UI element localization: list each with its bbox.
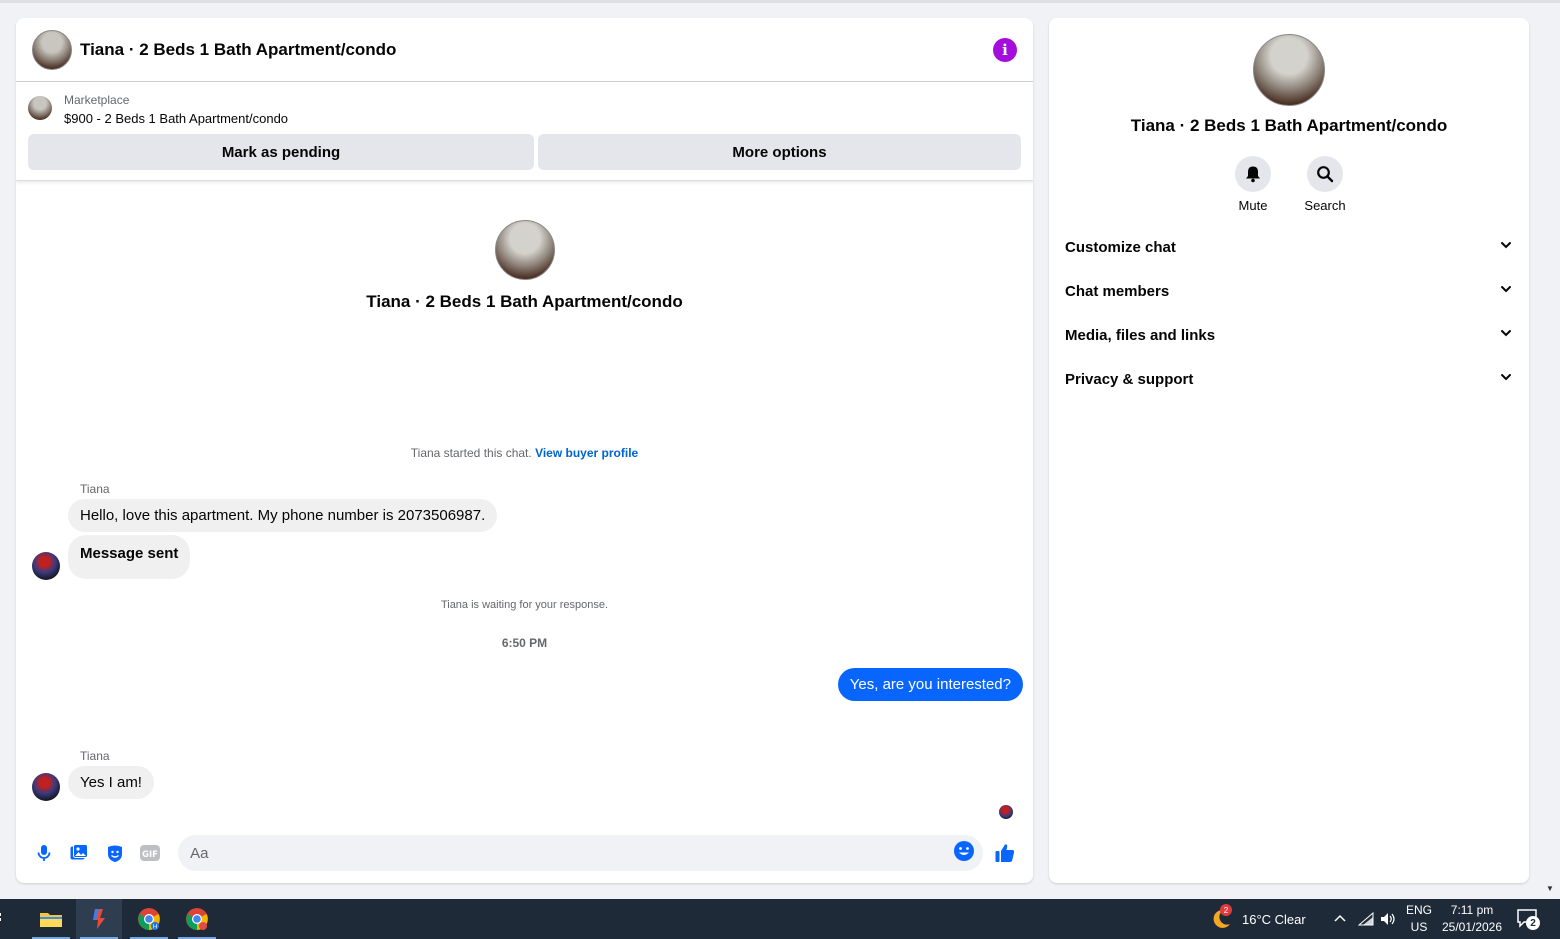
conversation-intro: Tiana · 2 Beds 1 Bath Apartment/condo bbox=[16, 220, 1033, 312]
message-input[interactable] bbox=[190, 844, 954, 862]
clock-date: 25/01/2026 bbox=[1441, 920, 1503, 934]
intro-title: Tiana · 2 Beds 1 Bath Apartment/condo bbox=[366, 292, 683, 311]
chat-started-notice: Tiana started this chat. View buyer prof… bbox=[16, 446, 1033, 460]
language-code: ENG bbox=[1405, 903, 1432, 917]
marketplace-banner: Marketplace $900 - 2 Beds 1 Bath Apartme… bbox=[16, 82, 1033, 181]
more-options-button[interactable]: More options bbox=[538, 134, 1021, 170]
weather-text: 16°C Clear bbox=[1242, 911, 1306, 927]
message-composer: GIF bbox=[16, 823, 1033, 883]
chat-header: Tiana · 2 Beds 1 Bath Apartment/condo i bbox=[16, 18, 1033, 82]
mute-button[interactable]: Mute bbox=[1233, 156, 1273, 213]
svg-text:H: H bbox=[153, 924, 158, 931]
message-timestamp: 6:50 PM bbox=[501, 636, 548, 650]
sticker-icon[interactable] bbox=[97, 835, 133, 871]
details-sections: Customize chat Chat members Media, files… bbox=[1049, 225, 1529, 401]
section-media-files-links[interactable]: Media, files and links bbox=[1057, 313, 1521, 357]
photo-icon[interactable] bbox=[62, 835, 98, 871]
listing-thumbnail[interactable] bbox=[28, 96, 52, 120]
keyboard-layout: US bbox=[1410, 920, 1428, 934]
waiting-notice: Tiana is waiting for your response. bbox=[440, 599, 609, 611]
notification-count-badge: 2 bbox=[1526, 916, 1540, 930]
mute-label: Mute bbox=[1238, 198, 1268, 213]
seen-indicator-avatar bbox=[999, 805, 1013, 819]
section-label: Customize chat bbox=[1065, 238, 1176, 256]
chrome-icon[interactable]: H bbox=[126, 899, 172, 939]
avatar[interactable] bbox=[32, 773, 60, 801]
weather-widget[interactable]: 2 16°C Clear bbox=[1208, 899, 1306, 939]
clock[interactable]: 7:11 pm 25/01/2026 bbox=[1440, 899, 1504, 939]
volume-icon[interactable] bbox=[1380, 899, 1396, 939]
sender-name: Tiana bbox=[80, 482, 110, 496]
chat-started-text: Tiana started this chat. bbox=[410, 446, 532, 460]
gif-icon-label: GIF bbox=[142, 850, 158, 860]
details-avatar[interactable] bbox=[1253, 34, 1325, 106]
section-customize-chat[interactable]: Customize chat bbox=[1057, 225, 1521, 269]
section-privacy-support[interactable]: Privacy & support bbox=[1057, 357, 1521, 401]
emoji-icon[interactable] bbox=[953, 840, 975, 867]
chevron-down-icon bbox=[1499, 282, 1513, 300]
thumbs-up-icon[interactable] bbox=[987, 835, 1023, 871]
section-label: Chat members bbox=[1065, 282, 1170, 300]
tray-overflow-icon[interactable] bbox=[1333, 899, 1347, 939]
conversation-title[interactable]: Tiana · 2 Beds 1 Bath Apartment/condo bbox=[80, 40, 396, 60]
task-view-icon[interactable] bbox=[0, 899, 12, 939]
details-title: Tiana · 2 Beds 1 Bath Apartment/condo bbox=[1130, 116, 1448, 135]
chevron-down-icon bbox=[1499, 326, 1513, 344]
file-explorer-icon[interactable] bbox=[28, 899, 74, 939]
search-label: Search bbox=[1304, 198, 1346, 213]
window-top-edge bbox=[0, 0, 1560, 3]
moon-cloud-icon: 2 bbox=[1208, 904, 1234, 932]
search-button[interactable]: Search bbox=[1304, 156, 1346, 213]
clock-time: 7:11 pm bbox=[1450, 903, 1494, 917]
info-icon[interactable]: i bbox=[993, 37, 1017, 62]
chat-panel: Tiana · 2 Beds 1 Bath Apartment/condo i … bbox=[16, 18, 1033, 883]
search-icon bbox=[1307, 156, 1343, 192]
section-label: Media, files and links bbox=[1065, 326, 1216, 344]
incoming-message[interactable]: Message sent bbox=[68, 535, 191, 579]
outgoing-message[interactable]: Yes, are you interested? bbox=[837, 668, 1023, 701]
weather-alert-badge: 2 bbox=[1220, 904, 1232, 916]
chrome-profile-icon[interactable] bbox=[174, 899, 220, 939]
scrollbar-down-arrow[interactable]: ▼ bbox=[1546, 884, 1554, 893]
view-buyer-profile-link[interactable]: View buyer profile bbox=[535, 446, 638, 460]
section-chat-members[interactable]: Chat members bbox=[1057, 269, 1521, 313]
chevron-down-icon bbox=[1499, 370, 1513, 388]
active-app-icon[interactable] bbox=[76, 899, 122, 939]
message-input-wrapper bbox=[178, 835, 984, 871]
chat-details-panel: Tiana · 2 Beds 1 Bath Apartment/condo Mu… bbox=[1049, 18, 1529, 883]
microphone-icon[interactable] bbox=[26, 835, 62, 871]
mark-pending-button[interactable]: Mark as pending bbox=[28, 134, 534, 170]
incoming-message[interactable]: Hello, love this apartment. My phone num… bbox=[68, 499, 498, 532]
language-indicator[interactable]: ENG US bbox=[1404, 899, 1434, 939]
chevron-down-icon bbox=[1499, 238, 1513, 256]
bell-icon bbox=[1235, 156, 1271, 192]
sender-name: Tiana bbox=[80, 749, 110, 763]
gif-icon[interactable]: GIF bbox=[133, 835, 169, 871]
avatar[interactable] bbox=[32, 552, 60, 580]
section-label: Privacy & support bbox=[1065, 370, 1194, 388]
taskbar: H 2 16°C Clear ENG US 7:11 pm 25/01/2026… bbox=[0, 899, 1560, 939]
marketplace-label: Marketplace bbox=[64, 93, 130, 107]
conversation-avatar[interactable] bbox=[32, 29, 72, 70]
incoming-message[interactable]: Yes I am! bbox=[68, 766, 154, 799]
intro-avatar bbox=[494, 220, 555, 280]
notification-center-icon[interactable]: 2 bbox=[1516, 899, 1546, 939]
listing-title[interactable]: $900 - 2 Beds 1 Bath Apartment/condo bbox=[64, 109, 288, 128]
network-icon[interactable] bbox=[1358, 899, 1374, 939]
